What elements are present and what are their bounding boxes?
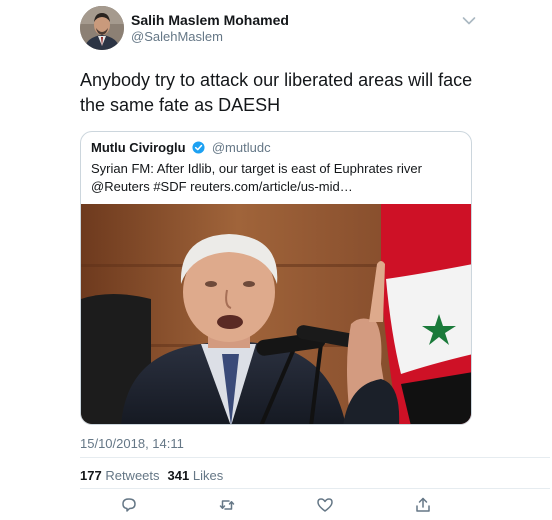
retweets-count: 177 — [80, 468, 102, 483]
share-icon[interactable] — [414, 496, 432, 514]
likes-stat[interactable]: 341 Likes — [168, 468, 224, 483]
divider — [80, 488, 550, 489]
author-avatar[interactable] — [80, 6, 124, 50]
quoted-author-handle: @mutludc — [211, 140, 271, 155]
tweet-text: Anybody try to attack our liberated area… — [80, 70, 473, 115]
divider — [80, 457, 550, 458]
quoted-author-name: Mutlu Civiroglu — [91, 140, 186, 155]
quoted-tweet[interactable]: Mutlu Civiroglu @mutludc Syrian FM: Afte… — [80, 131, 472, 425]
retweets-label: Retweets — [105, 468, 160, 483]
author-handle[interactable]: @SalehMaslem — [131, 29, 223, 44]
engagement-stats: 177 Retweets 341 Likes — [80, 468, 223, 483]
tweet-timestamp[interactable]: 15/10/2018, 14:11 — [80, 436, 184, 451]
quoted-tweet-text: Syrian FM: After Idlib, our target is ea… — [91, 161, 422, 194]
reply-icon[interactable] — [120, 496, 138, 514]
likes-label: Likes — [192, 468, 224, 483]
heart-icon[interactable] — [316, 496, 334, 514]
retweet-icon[interactable] — [218, 496, 236, 514]
quoted-tweet-header: Mutlu Civiroglu @mutludc — [91, 140, 271, 155]
tweet-card: Salih Maslem Mohamed @SalehMaslem Anybod… — [0, 0, 552, 520]
verified-badge-icon — [192, 141, 205, 154]
chevron-down-icon[interactable] — [462, 16, 476, 26]
quoted-tweet-photo[interactable] — [81, 204, 472, 425]
retweets-stat[interactable]: 177 Retweets — [80, 468, 160, 483]
author-name[interactable]: Salih Maslem Mohamed — [131, 12, 289, 28]
likes-count: 341 — [167, 468, 190, 483]
